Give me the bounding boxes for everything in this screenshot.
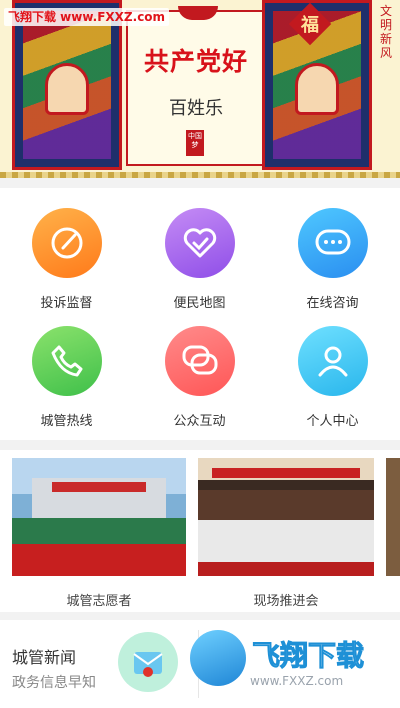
- watermark-url: www.FXXZ.com: [250, 674, 344, 688]
- grid-item-complaint[interactable]: 投诉监督: [0, 192, 133, 312]
- edit-icon: [32, 208, 102, 278]
- feature-grid: 投诉监督 便民地图 在线咨询 城管热线 公众互动 个人中心: [0, 188, 400, 440]
- banner-slogan: 共产党好: [143, 47, 248, 76]
- papercut-art-right: 福: [262, 0, 372, 170]
- grid-item-hotline[interactable]: 城管热线: [0, 310, 133, 430]
- meeting-photo: [198, 458, 374, 576]
- fu-character: 福: [301, 15, 319, 36]
- grid-label: 城管热线: [40, 414, 93, 429]
- grid-label: 便民地图: [173, 296, 226, 311]
- volunteer-photo: [12, 458, 186, 576]
- watermark-brand: 飞翔下载: [251, 639, 365, 673]
- seal-text: 中国梦: [188, 132, 202, 149]
- grid-label: 个人中心: [306, 414, 359, 429]
- news-icon: [118, 632, 178, 692]
- banner-side-text: 文明新风: [379, 4, 392, 60]
- user-icon: [298, 326, 368, 396]
- grid-item-map[interactable]: 便民地图: [133, 192, 266, 312]
- photo-card-partial[interactable]: [386, 458, 400, 608]
- grid-item-profile[interactable]: 个人中心: [266, 310, 399, 430]
- chat-bubble-icon: [298, 208, 368, 278]
- grid-label: 投诉监督: [40, 296, 93, 311]
- grid-label: 在线咨询: [306, 296, 359, 311]
- messages-icon: [165, 326, 235, 396]
- rosette-decoration: [178, 6, 218, 20]
- photo-card-volunteers[interactable]: 城管志愿者: [12, 458, 186, 609]
- photo-card-meeting[interactable]: 现场推进会: [198, 458, 374, 609]
- grid-label: 公众互动: [173, 414, 226, 429]
- grid-item-interaction[interactable]: 公众互动: [133, 310, 266, 430]
- news-subtitle: 政务信息早知: [12, 675, 96, 691]
- watermark-top: 飞翔下载 www.FXXZ.com: [4, 8, 170, 26]
- photo-caption: 城管志愿者: [66, 594, 132, 609]
- news-title: 城管新闻: [12, 648, 77, 667]
- photo-carousel[interactable]: 城管志愿者 现场推进会: [0, 450, 400, 612]
- partial-photo: [386, 458, 400, 576]
- grid-item-consult[interactable]: 在线咨询: [266, 192, 399, 312]
- phone-icon: [32, 326, 102, 396]
- watermark-bottom: 飞翔下载 www.FXXZ.com: [190, 626, 390, 702]
- photo-caption: 现场推进会: [253, 594, 319, 609]
- banner-border: [0, 172, 400, 178]
- banner-sub-slogan: 百姓乐: [169, 98, 223, 119]
- banner-slogan-panel: 共产党好 百姓乐 中国梦: [126, 6, 266, 166]
- top-banner[interactable]: 共产党好 百姓乐 中国梦 福 文明新风 飞翔下载 www.FXXZ.com: [0, 0, 400, 178]
- red-seal: 中国梦: [186, 130, 204, 156]
- heart-icon: [165, 208, 235, 278]
- watermark-logo-icon: [190, 630, 246, 686]
